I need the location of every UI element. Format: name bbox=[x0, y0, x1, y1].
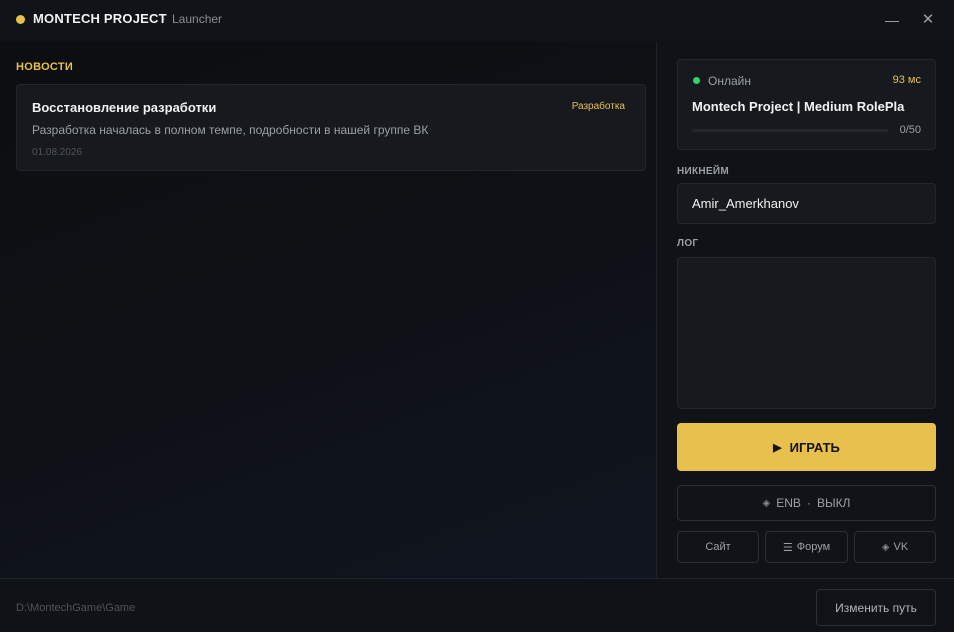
player-count: 0/50 bbox=[899, 124, 921, 136]
news-card[interactable]: Восстановление разработки Разработка Раз… bbox=[16, 84, 646, 171]
footer-divider bbox=[0, 578, 954, 579]
forum-button-label: Форум bbox=[796, 541, 831, 553]
change-path-button[interactable]: Изменить путь bbox=[816, 589, 936, 626]
enb-separator: · bbox=[806, 496, 811, 510]
title-separator: · bbox=[162, 11, 166, 25]
forum-button[interactable]: ☰ Форум bbox=[765, 531, 848, 563]
site-button[interactable]: Сайт bbox=[677, 531, 759, 563]
enb-diamond-icon: ◈ bbox=[762, 497, 771, 509]
log-label: ЛОГ bbox=[677, 238, 699, 249]
enb-toggle-button[interactable]: ◈ ENB · ВЫКЛ bbox=[677, 485, 936, 521]
change-path-label: Изменить путь bbox=[835, 600, 917, 615]
news-heading: НОВОСТИ bbox=[16, 61, 74, 73]
news-title: Восстановление разработки bbox=[32, 100, 217, 115]
enb-state: ВЫКЛ bbox=[816, 496, 851, 510]
minimize-button[interactable] bbox=[880, 8, 904, 30]
app-subtitle: Launcher bbox=[172, 12, 223, 26]
game-path: D:\MontechGame\Game bbox=[16, 602, 136, 614]
server-name: Montech Project | Medium RolePla bbox=[692, 99, 905, 114]
close-icon: ✕ bbox=[921, 11, 935, 28]
app-title: MONTECH PROJECT bbox=[33, 11, 167, 26]
play-button-label: ИГРАТЬ bbox=[789, 439, 840, 455]
server-status-card: Онлайн 93 мс Montech Project | Medium Ro… bbox=[677, 59, 936, 150]
minimize-icon bbox=[885, 20, 899, 22]
player-count-bar bbox=[692, 129, 888, 132]
vk-button-label: VK bbox=[893, 541, 909, 553]
ping-value: 93 мс bbox=[892, 74, 921, 86]
news-tag-badge: Разработка bbox=[571, 101, 625, 112]
forum-menu-icon: ☰ bbox=[782, 541, 793, 554]
site-button-label: Сайт bbox=[705, 541, 731, 553]
news-date: 01.08.2026 bbox=[32, 147, 83, 158]
news-text: Разработка началась в полном темпе, подр… bbox=[32, 123, 429, 137]
log-output[interactable] bbox=[677, 257, 936, 409]
online-status-label: Онлайн bbox=[708, 74, 751, 88]
vk-button[interactable]: ◈ VK bbox=[854, 531, 936, 563]
play-button[interactable]: ▶ ИГРАТЬ bbox=[677, 423, 936, 471]
panel-divider bbox=[656, 42, 657, 578]
close-button[interactable]: ✕ bbox=[916, 8, 940, 30]
enb-label: ENB bbox=[776, 496, 801, 510]
online-status-icon bbox=[693, 77, 700, 84]
nickname-input[interactable] bbox=[677, 183, 936, 224]
play-icon: ▶ bbox=[773, 441, 782, 454]
nickname-label: НИКНЕЙМ bbox=[677, 166, 730, 177]
vk-diamond-icon: ◈ bbox=[881, 541, 890, 553]
logo-dot-icon bbox=[16, 15, 25, 24]
titlebar[interactable]: MONTECH PROJECT · Launcher ✕ bbox=[0, 0, 954, 40]
